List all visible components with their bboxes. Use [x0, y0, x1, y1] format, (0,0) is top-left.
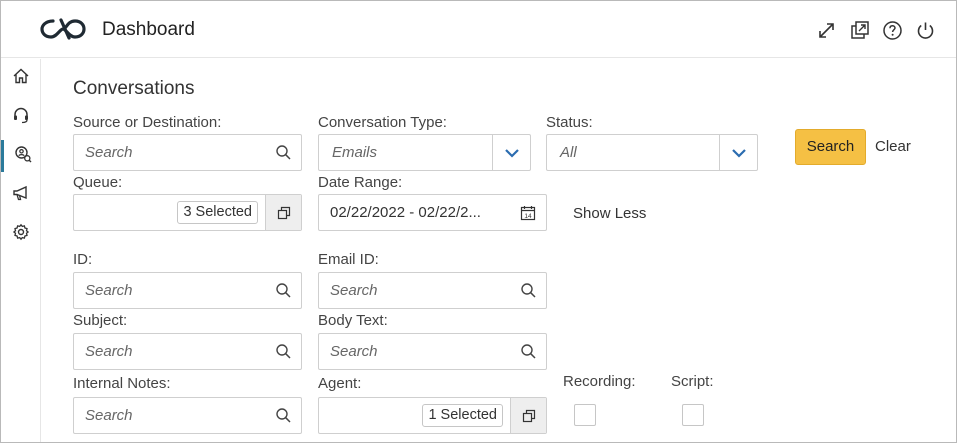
chevron-down-icon[interactable]: [492, 135, 530, 170]
agent-selector[interactable]: 1 Selected: [318, 397, 547, 434]
source-input[interactable]: Search: [73, 134, 302, 171]
headset-icon: [12, 106, 30, 129]
recording-label: Recording:: [563, 373, 636, 390]
subject-placeholder: Search: [85, 343, 133, 360]
subject-input[interactable]: Search: [73, 333, 302, 370]
expand-icon[interactable]: [816, 20, 837, 41]
brand-logo-icon: [39, 15, 87, 48]
search-icon: [275, 144, 292, 161]
status-label: Status:: [546, 114, 593, 131]
conversation-type-value: Emails: [332, 144, 378, 161]
id-input[interactable]: Search: [73, 272, 302, 309]
search-icon: [275, 407, 292, 424]
sidebar-item-conversations[interactable]: [1, 140, 41, 172]
conversation-type-select[interactable]: Emails: [318, 134, 531, 171]
conversation-search-icon: [14, 145, 32, 168]
queue-label: Queue:: [73, 174, 123, 191]
body-text-input[interactable]: Search: [318, 333, 547, 370]
conversation-type-label: Conversation Type:: [318, 114, 447, 131]
sidebar: [1, 59, 41, 442]
search-button[interactable]: Search: [795, 129, 866, 165]
status-value: All: [560, 144, 577, 161]
subject-label: Subject:: [73, 312, 128, 329]
chevron-down-icon[interactable]: [719, 135, 757, 170]
status-select[interactable]: All: [546, 134, 758, 171]
agent-label: Agent:: [318, 375, 362, 392]
internal-notes-placeholder: Search: [85, 407, 133, 424]
source-placeholder: Search: [85, 144, 133, 161]
help-icon[interactable]: [882, 20, 903, 41]
body-text-placeholder: Search: [330, 343, 378, 360]
agent-selected-chip: 1 Selected: [422, 404, 503, 427]
internal-notes-label: Internal Notes:: [73, 375, 171, 392]
search-icon: [275, 343, 292, 360]
main-content: Conversations Source or Destination: Sea…: [42, 59, 956, 442]
queue-selected-chip: 3 Selected: [177, 201, 258, 224]
multi-select-icon[interactable]: [265, 195, 301, 230]
home-icon: [12, 67, 30, 90]
recording-checkbox[interactable]: [574, 404, 596, 426]
script-label: Script:: [671, 373, 714, 390]
multi-select-icon[interactable]: [510, 398, 546, 433]
sidebar-item-campaigns[interactable]: [1, 179, 41, 211]
power-icon[interactable]: [915, 20, 936, 41]
sidebar-item-settings[interactable]: [1, 218, 41, 250]
email-id-input[interactable]: Search: [318, 272, 547, 309]
id-placeholder: Search: [85, 282, 133, 299]
clear-button[interactable]: Clear: [875, 138, 911, 155]
page-title: Conversations: [73, 78, 195, 99]
show-less-button[interactable]: Show Less: [573, 205, 646, 222]
popout-icon[interactable]: [849, 20, 870, 41]
internal-notes-input[interactable]: Search: [73, 397, 302, 434]
gear-icon: [12, 223, 30, 246]
sidebar-item-support[interactable]: [1, 101, 41, 133]
app-title: Dashboard: [102, 19, 195, 40]
calendar-icon[interactable]: 14: [520, 205, 536, 221]
search-icon: [275, 282, 292, 299]
source-label: Source or Destination:: [73, 114, 222, 131]
id-label: ID:: [73, 251, 93, 268]
script-checkbox[interactable]: [682, 404, 704, 426]
date-range-label: Date Range:: [318, 174, 403, 191]
date-range-input[interactable]: 02/22/2022 - 02/22/2... 14: [318, 194, 547, 231]
top-header: Dashboard: [1, 1, 956, 58]
email-id-placeholder: Search: [330, 282, 378, 299]
queue-selector[interactable]: 3 Selected: [73, 194, 302, 231]
email-id-label: Email ID:: [318, 251, 379, 268]
megaphone-icon: [12, 184, 30, 207]
body-text-label: Body Text:: [318, 312, 388, 329]
search-icon: [520, 343, 537, 360]
date-range-value: 02/22/2022 - 02/22/2...: [330, 204, 481, 221]
sidebar-item-home[interactable]: [1, 62, 41, 94]
svg-text:14: 14: [524, 213, 532, 220]
search-icon: [520, 282, 537, 299]
